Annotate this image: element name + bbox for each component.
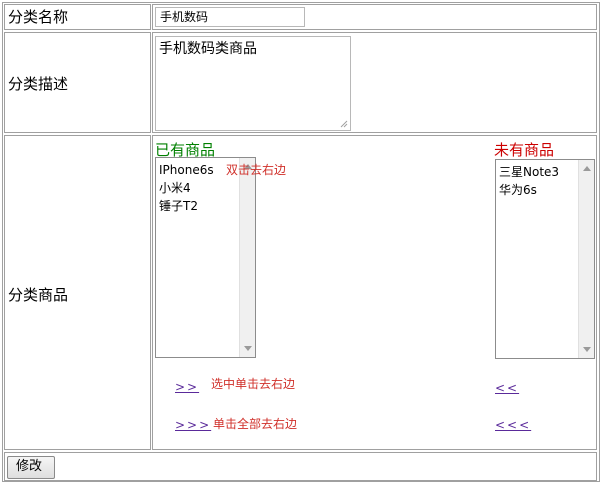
category-description-textarea[interactable]: 手机数码类商品: [155, 36, 351, 131]
desc-label: 分类描述: [8, 75, 69, 93]
submit-cell: 修改: [4, 452, 597, 481]
goods-selector-cell: 已有商品 IPhone6s 小米4 锤子T2 双击去右边 未有商品 三星Note…: [152, 135, 597, 450]
move-selected-right-link[interactable]: >>: [175, 380, 199, 394]
missing-goods-listbox[interactable]: 三星Note3 华为6s: [495, 159, 595, 359]
category-name-input[interactable]: 手机数码: [155, 7, 305, 27]
move-all-right-hint: 单击全部去右边: [213, 417, 298, 431]
name-label-cell: 分类名称: [4, 4, 151, 30]
desc-label-cell: 分类描述: [4, 32, 151, 133]
scroll-down-arrow-icon[interactable]: [244, 346, 252, 351]
move-selected-left-link[interactable]: <<: [495, 381, 519, 395]
list-item[interactable]: 华为6s: [499, 181, 576, 199]
scroll-down-arrow-icon[interactable]: [583, 347, 591, 352]
missing-list-scrollbar[interactable]: [578, 160, 594, 358]
desc-input-cell: 手机数码类商品: [152, 32, 597, 133]
list-item[interactable]: 三星Note3: [499, 163, 576, 181]
move-selected-right-hint: 选中单击去右边: [211, 377, 296, 391]
name-input-cell: 手机数码: [152, 4, 597, 30]
double-click-hint: 双击去右边: [226, 163, 287, 177]
modify-button[interactable]: 修改: [7, 456, 55, 479]
name-label: 分类名称: [8, 8, 69, 26]
list-item[interactable]: 小米4: [159, 179, 237, 197]
move-all-right-link[interactable]: >>>: [175, 418, 211, 432]
resize-grip-icon[interactable]: [340, 120, 348, 128]
existing-list-scrollbar[interactable]: [239, 158, 255, 357]
description-text: 手机数码类商品: [159, 41, 257, 57]
missing-goods-heading: 未有商品: [494, 141, 555, 159]
move-all-left-link[interactable]: <<<: [495, 418, 531, 432]
scroll-up-arrow-icon[interactable]: [583, 166, 591, 171]
goods-label-cell: 分类商品: [4, 135, 151, 450]
existing-goods-listbox[interactable]: IPhone6s 小米4 锤子T2: [155, 157, 256, 358]
list-item[interactable]: 锤子T2: [159, 197, 237, 215]
goods-label: 分类商品: [8, 286, 69, 304]
